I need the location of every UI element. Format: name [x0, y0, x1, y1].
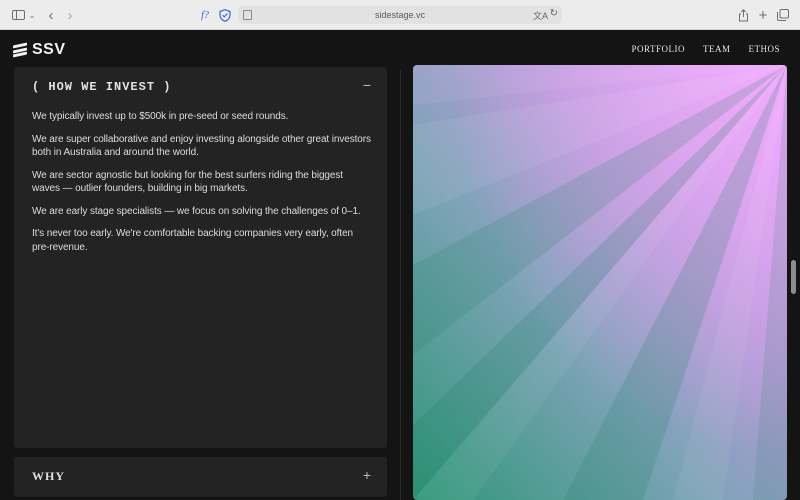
url-text: sidestage.vc — [374, 10, 426, 20]
paragraph-early-stage: We are early stage specialists — we focu… — [32, 205, 361, 217]
new-tab-icon[interactable]: + — [757, 7, 769, 24]
main-nav: PORTFOLIO TEAM ETHOS — [632, 44, 780, 54]
why-title: WHY — [32, 469, 65, 483]
shield-icon[interactable] — [218, 7, 232, 23]
chevron-down-icon[interactable]: ⌄ — [28, 7, 36, 23]
logo-mark-icon — [13, 42, 27, 58]
page-icon — [243, 10, 252, 20]
share-icon[interactable] — [737, 7, 749, 23]
site-logo[interactable]: SSV — [13, 41, 66, 59]
sidebar-icon[interactable] — [11, 7, 25, 23]
how-we-invest-panel: ( HOW WE INVEST ) − We typically invest … — [14, 67, 387, 448]
hero-artwork — [413, 65, 787, 500]
collapse-icon[interactable]: − — [363, 77, 371, 93]
page-scrollbar[interactable] — [791, 260, 796, 294]
address-bar[interactable]: sidestage.vc 文A ↻ — [238, 6, 562, 24]
logo-text: SSV — [32, 41, 66, 58]
translate-icon[interactable]: 文A — [533, 9, 548, 22]
paragraph-never-too-early: It's never too early. We're comfortable … — [32, 228, 353, 253]
page-content: SSV PORTFOLIO TEAM ETHOS ( HOW WE INVEST… — [0, 30, 800, 500]
paragraph-sector-agnostic: We are sector agnostic but looking for t… — [32, 169, 343, 195]
paragraph-collaborative: We are super collaborative and enjoy inv… — [32, 133, 371, 159]
paragraph-investment-size: We typically invest up to $500k in pre-s… — [32, 111, 289, 122]
browser-toolbar: ⌄ ‹ › f? sidestage.vc 文A ↻ + — [0, 0, 800, 30]
nav-portfolio[interactable]: PORTFOLIO — [632, 44, 685, 54]
tabs-overview-icon[interactable] — [777, 7, 789, 23]
forward-icon[interactable]: › — [65, 7, 75, 24]
why-panel[interactable]: WHY + — [14, 457, 387, 497]
back-icon[interactable]: ‹ — [46, 7, 56, 24]
nav-ethos[interactable]: ETHOS — [749, 44, 781, 54]
nav-team[interactable]: TEAM — [703, 44, 731, 54]
extension-f-icon[interactable]: f? — [198, 7, 212, 23]
panel-body: We typically invest up to $500k in pre-s… — [32, 110, 372, 263]
column-divider — [400, 70, 401, 500]
panel-title[interactable]: ( HOW WE INVEST ) — [32, 80, 171, 94]
reload-icon[interactable]: ↻ — [550, 8, 558, 19]
expand-icon[interactable]: + — [363, 467, 371, 483]
